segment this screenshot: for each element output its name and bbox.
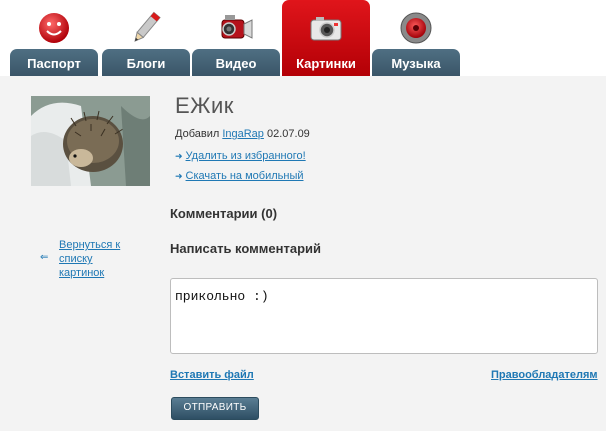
picture-thumbnail[interactable] <box>31 96 150 186</box>
tab-pictures[interactable]: Картинки <box>282 0 370 76</box>
video-camera-icon <box>221 15 253 39</box>
pencil-icon <box>134 11 161 42</box>
main-nav: Паспорт Блоги Видео Картинки Музыка <box>0 0 606 76</box>
added-by-label: Добавил <box>175 128 220 140</box>
write-comment-heading: Написать комментарий <box>170 241 321 256</box>
arrow-right-icon: ➜ <box>175 151 183 161</box>
comments-count-heading: Комментарии (0) <box>170 206 278 221</box>
tab-blogs[interactable]: Блоги <box>102 0 190 76</box>
download-mobile-row: ➜ Скачать на мобильный <box>175 170 304 182</box>
arrow-right-icon: ➜ <box>175 171 183 181</box>
hedgehog-image <box>31 96 150 186</box>
submit-button[interactable]: ОТПРАВИТЬ <box>171 397 259 420</box>
copyright-holders-link[interactable]: Правообладателям <box>491 369 598 381</box>
remove-favorite-row: ➜ Удалить из избранного! <box>175 150 306 162</box>
attach-file-link[interactable]: Вставить файл <box>170 369 254 381</box>
tab-pictures-label: Картинки <box>296 56 356 71</box>
speaker-icon <box>400 12 432 44</box>
back-to-list-link[interactable]: Вернуться к списку картинок <box>59 238 129 280</box>
author-link[interactable]: IngaRap <box>222 128 264 140</box>
tab-music[interactable]: Музыка <box>372 0 460 76</box>
tab-video[interactable]: Видео <box>192 0 280 76</box>
smiley-icon <box>39 13 69 43</box>
tab-passport[interactable]: Паспорт <box>10 0 98 76</box>
remove-favorite-link[interactable]: Удалить из избранного! <box>186 150 306 162</box>
tab-blogs-label: Блоги <box>102 49 190 76</box>
tab-music-label: Музыка <box>372 49 460 76</box>
arrow-left-icon: ⇐ <box>40 252 49 263</box>
added-date: 02.07.09 <box>266 128 310 140</box>
photo-camera-icon <box>310 17 342 41</box>
comment-textarea[interactable]: прикольно :) <box>170 278 598 354</box>
picture-title: ЕЖик <box>175 93 234 118</box>
picture-meta: Добавил IngaRap 02.07.09 <box>175 128 310 140</box>
download-mobile-link[interactable]: Скачать на мобильный <box>186 170 304 182</box>
tab-passport-label: Паспорт <box>10 49 98 76</box>
tab-video-label: Видео <box>192 49 280 76</box>
